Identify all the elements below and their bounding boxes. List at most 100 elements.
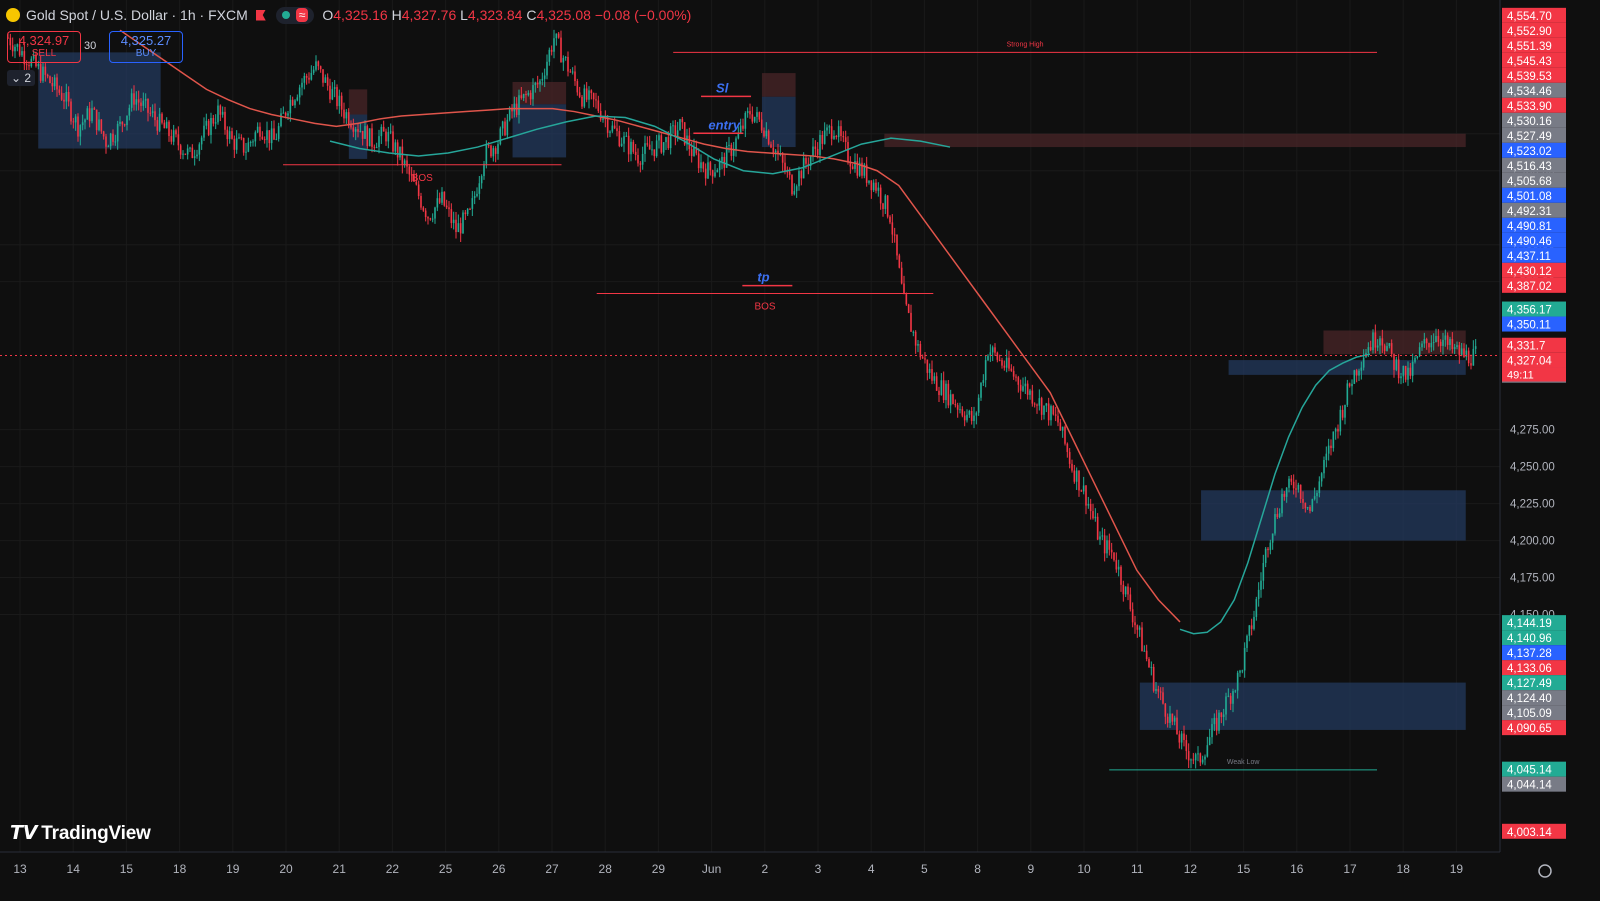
candle-body (1299, 484, 1302, 499)
candle-body (170, 136, 173, 142)
candle-body (1073, 470, 1076, 482)
candle-body (504, 121, 506, 136)
candle-body (1416, 356, 1419, 359)
level-label: BOS (412, 173, 433, 184)
candle-body (966, 414, 968, 421)
price-label: 4,530.16 (1507, 116, 1552, 128)
candle-body (119, 121, 121, 124)
candle-body (191, 147, 194, 158)
candle-body (60, 92, 63, 100)
candle-body (1080, 490, 1083, 492)
candle-body (940, 380, 943, 395)
candle-body (744, 112, 747, 129)
candle-body (1001, 360, 1003, 366)
candle-body (772, 147, 775, 153)
candle-body (1017, 377, 1020, 385)
market-status-pill[interactable]: ≈ (275, 6, 315, 24)
sell-button[interactable]: 4,324.97 SELL (7, 31, 81, 63)
candle-body (301, 82, 303, 88)
x-tick-label: 14 (67, 862, 81, 876)
candle-body (394, 142, 397, 152)
indicator-collapse-button[interactable]: ⌄ 2 (7, 70, 35, 86)
candle-body (385, 131, 387, 142)
candle-body (310, 72, 313, 80)
candle-body (378, 136, 380, 148)
candle-body (620, 143, 623, 146)
candle-body (896, 234, 898, 256)
candle-body (1059, 422, 1062, 431)
candle-body (205, 120, 208, 126)
candle-body (189, 147, 191, 149)
candle-body (1248, 625, 1251, 636)
candle-body (156, 120, 159, 131)
candle-body (445, 205, 448, 208)
candle-body (599, 110, 602, 120)
candle-body (366, 126, 369, 147)
candle-body (249, 141, 252, 143)
candle-body (350, 124, 352, 128)
symbol-title[interactable]: Gold Spot / U.S. Dollar · 1h · FXCM (26, 7, 248, 23)
indicator-count: 2 (24, 71, 32, 85)
candle-body (175, 130, 177, 135)
candle-body (1395, 359, 1398, 370)
candle-body (455, 219, 457, 233)
candle-body (1351, 383, 1353, 387)
candle-body (1022, 386, 1024, 391)
candle-body (1376, 345, 1379, 348)
buy-button[interactable]: 4,325.27 BUY (109, 31, 183, 63)
candle-body (263, 139, 266, 141)
candle-body (1353, 370, 1356, 384)
candle-body (1453, 347, 1456, 350)
candle-body (1463, 348, 1465, 357)
candle-body (730, 144, 733, 156)
candle-body (1164, 703, 1167, 717)
candle-body (93, 108, 96, 110)
candle-body (221, 111, 224, 115)
candle-body (798, 171, 800, 187)
candle-body (947, 383, 950, 406)
candle-body (1040, 398, 1043, 415)
candle-body (1250, 625, 1253, 629)
candle-body (478, 183, 481, 194)
candle-body (28, 65, 30, 67)
candle-body (770, 144, 772, 148)
chart-svg[interactable]: Strong HighBOSBOSWeak LowSlentrytp4,475.… (0, 0, 1600, 901)
tradingview-logo[interactable]: 𝙏𝙑 TradingView (10, 822, 151, 845)
candle-body (420, 196, 422, 208)
candle-body (1131, 609, 1134, 623)
candle-body (1113, 552, 1115, 561)
candle-body (994, 347, 996, 353)
price-label: 4,516.43 (1507, 161, 1552, 173)
candle-body (1010, 368, 1013, 371)
chart-area[interactable]: Strong HighBOSBOSWeak LowSlentrytp4,475.… (0, 0, 1600, 901)
candle-body (212, 118, 215, 124)
candle-body (765, 130, 768, 137)
candle-body (553, 38, 555, 52)
candle-body (970, 410, 973, 422)
candle-body (826, 127, 828, 131)
candle-body (298, 87, 301, 98)
candle-body (123, 124, 126, 126)
candle-body (1292, 481, 1295, 489)
candle-body (91, 108, 93, 122)
price-label: 4,350.11 (1507, 320, 1551, 332)
candle-body (840, 126, 842, 137)
candle-body (336, 87, 338, 107)
candle-body (1101, 535, 1104, 537)
candle-body (1071, 463, 1073, 471)
candle-body (1031, 390, 1034, 404)
candle-body (133, 93, 135, 105)
flag-icon[interactable] (255, 9, 266, 21)
ohlc-key-h: H (391, 7, 402, 23)
candle-body (791, 175, 793, 195)
candle-body (469, 208, 471, 210)
candle-body (1096, 516, 1099, 540)
candle-body (291, 99, 294, 106)
level-label: Weak Low (1227, 759, 1260, 766)
candle-body (128, 107, 131, 116)
price-label: 4,430.12 (1507, 266, 1552, 278)
candle-body (630, 141, 632, 155)
candle-body (1253, 616, 1255, 629)
candle-body (1108, 540, 1111, 550)
x-tick-label: 27 (545, 862, 559, 876)
